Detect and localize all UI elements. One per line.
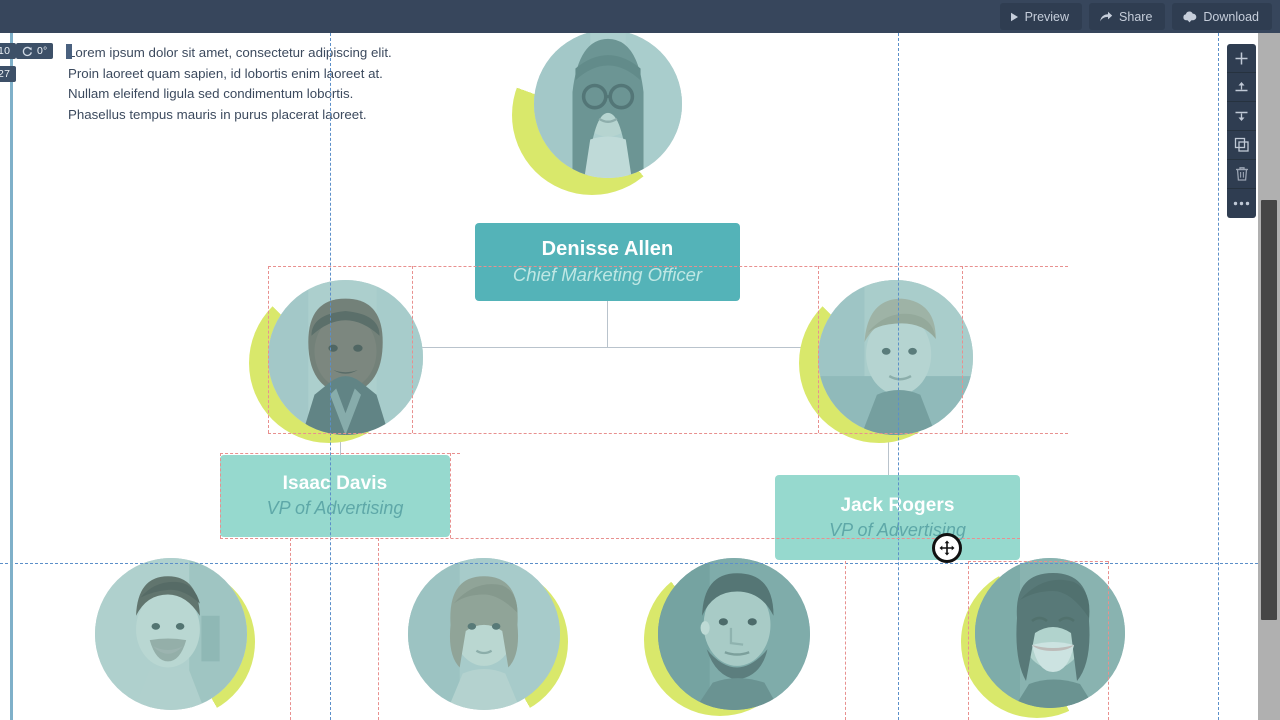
align-top-icon [1234,80,1249,95]
duplicate-button[interactable] [1227,131,1256,160]
align-top-button[interactable] [1227,73,1256,102]
share-button[interactable]: Share [1089,3,1166,30]
lorem-line: Phasellus tempus mauris in purus placera… [68,106,367,122]
preview-button-label: Preview [1024,9,1070,24]
top-toolbar-actions: Preview Share Download [999,3,1272,30]
play-icon [1010,12,1019,22]
editor-window: Preview Share Download 10 0° 27 Lorem ip… [0,0,1280,720]
preview-button[interactable]: Preview [999,3,1083,30]
top-toolbar: Preview Share Download [0,0,1280,33]
download-button-label: Download [1203,9,1259,24]
portrait-photo [818,280,973,435]
align-bottom-button[interactable] [1227,102,1256,131]
org-card-vp-1-name: Isaac Davis [282,473,388,494]
portrait-denisse-allen[interactable] [512,33,682,195]
lorem-line: Lorem ipsum dolor sit amet, consectetur … [68,45,392,60]
portrait-photo [95,558,247,710]
align-bottom-icon [1234,109,1249,124]
object-tools-toolbar [1227,44,1256,218]
selection-rotation-value: 0° [37,45,48,57]
guide-canvas-left-edge [10,33,13,720]
org-card-vp-2[interactable]: Jack Rogers VP of Advertising [775,475,1020,560]
plus-icon [1234,51,1249,66]
lorem-line: Nullam eleifend ligula sed condimentum l… [68,86,354,101]
portrait-jack-rogers[interactable] [799,280,975,443]
add-button[interactable] [1227,44,1256,73]
more-options-button[interactable] [1227,189,1256,218]
guide-red-v-11 [378,538,379,720]
trash-icon [1235,166,1249,182]
selection-width-badge: 510 [0,43,17,59]
portrait-staff-1[interactable] [95,558,255,718]
org-card-vp-1[interactable]: Isaac Davis VP of Advertising [220,455,450,537]
selection-height-badge: 427 [0,66,17,82]
download-button[interactable]: Download [1172,3,1272,30]
org-card-vp-2-name: Jack Rogers [840,494,955,516]
share-arrow-icon [1099,11,1113,23]
portrait-photo [658,558,810,710]
move-arrows-icon [939,540,955,556]
cloud-download-icon [1182,10,1197,23]
move-cursor [932,533,962,563]
portrait-staff-3[interactable] [644,558,810,718]
portrait-photo [408,558,560,710]
design-canvas[interactable]: 510 0° 427 Lorem ipsum dolor sit amet, c… [0,33,1258,720]
portrait-staff-4[interactable] [961,558,1125,718]
guide-red-v-6 [450,453,451,538]
lorem-line: Proin laoreet quam sapien, id lobortis e… [68,65,383,81]
canvas-scrollbar-thumb[interactable] [1261,200,1277,620]
rotation-icon [22,46,33,57]
lorem-text-block[interactable]: Lorem ipsum dolor sit amet, consectetur … [68,43,438,125]
guide-red-v-9 [845,561,846,720]
org-card-cmo[interactable]: Denisse Allen Chief Marketing Officer [475,223,740,301]
portrait-photo [534,33,682,178]
guide-vertical-blue-3 [1218,33,1219,720]
duplicate-icon [1234,137,1250,153]
org-card-cmo-name: Denisse Allen [541,238,674,260]
portrait-photo [975,558,1125,708]
text-caret [66,44,72,59]
portrait-isaac-davis[interactable] [249,280,425,443]
share-button-label: Share [1119,9,1153,24]
more-dots-icon [1233,201,1250,206]
delete-button[interactable] [1227,160,1256,189]
canvas-scrollbar-track[interactable] [1258,33,1280,720]
guide-red-v-10 [290,538,291,720]
org-card-cmo-title: Chief Marketing Officer [512,264,703,285]
portrait-photo [268,280,423,435]
portrait-staff-2[interactable] [408,558,568,718]
selection-rotation-badge: 0° [16,43,54,59]
org-card-vp-1-title: VP of Advertising [266,498,404,518]
